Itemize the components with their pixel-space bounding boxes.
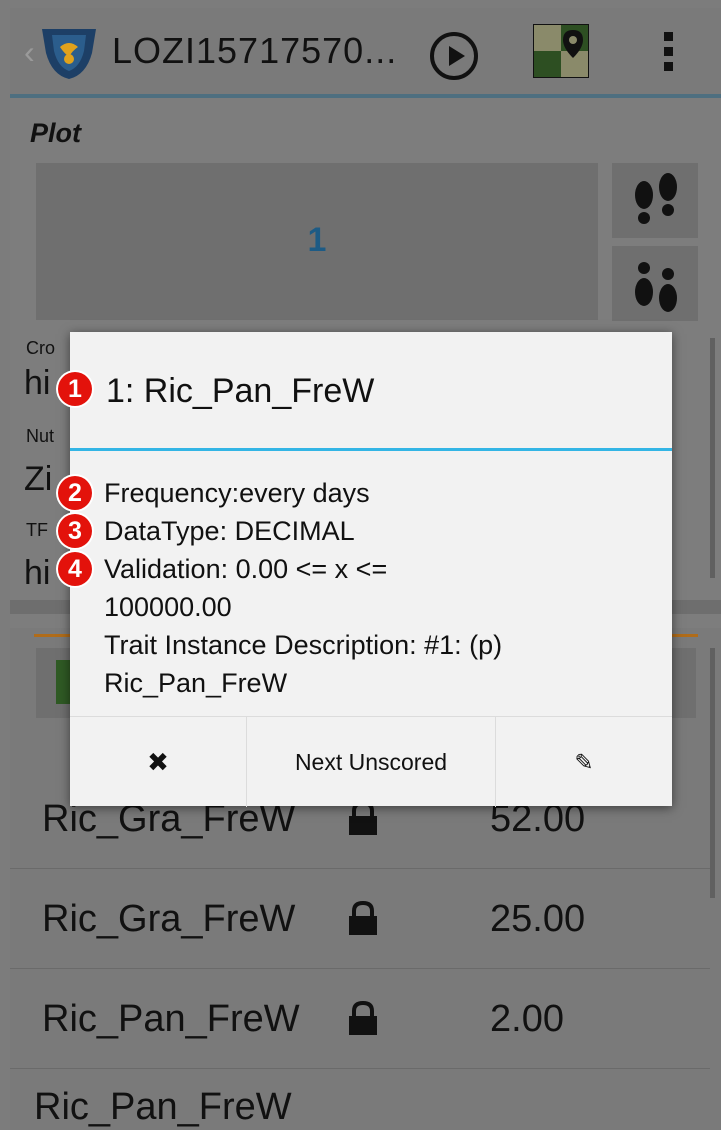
next-unscored-label: Next Unscored xyxy=(294,748,448,775)
action-bar-divider xyxy=(10,94,721,98)
nut-value: Zi xyxy=(24,460,53,498)
walk-forward-button[interactable] xyxy=(612,163,698,238)
plot-number-box: 1 xyxy=(36,163,598,320)
trait-value: 25.00 xyxy=(490,898,586,940)
trait-name: Ric_Pan_FreW xyxy=(34,1086,292,1128)
map-marker-icon[interactable] xyxy=(533,24,589,78)
validation-text: Validation: 0.00 <= x <= 100000.00 xyxy=(104,554,388,622)
trait-row[interactable]: Ric_Gra_FreW 25.00 xyxy=(10,868,710,969)
annotation-badge-4: 4 xyxy=(58,552,92,586)
annotation-badge-3: 3 xyxy=(58,514,92,548)
tr-label: TF xyxy=(26,520,48,540)
trait-value: 2.00 xyxy=(490,998,564,1040)
trait-info-dialog: 1: Ric_Pan_FreW Frequency:every days Dat… xyxy=(70,332,672,807)
overflow-menu-icon[interactable] xyxy=(660,32,676,76)
action-bar: ‹ LOZI15717570... xyxy=(10,8,721,98)
app-logo-icon[interactable] xyxy=(38,23,100,81)
description-text: Trait Instance Description: #1: (p) Ric_… xyxy=(104,630,503,698)
datatype-text: DataType: DECIMAL xyxy=(104,516,355,546)
next-unscored-button[interactable]: Next Unscored xyxy=(247,717,496,807)
frequency-text: Frequency:every days xyxy=(104,478,370,508)
footprints-forward-icon xyxy=(635,173,677,224)
walk-backward-button[interactable] xyxy=(612,246,698,321)
trait-scrollbar[interactable] xyxy=(710,648,715,898)
screen-title: LOZI15717570... xyxy=(112,30,398,71)
trait-name: Ric_Gra_FreW xyxy=(42,898,296,940)
edit-button[interactable]: ✎ xyxy=(496,717,672,807)
trait-name: Ric_Pan_FreW xyxy=(42,998,300,1040)
trait-row[interactable]: Ric_Pan_FreW xyxy=(10,1056,710,1130)
dialog-body: Frequency:every days DataType: DECIMAL V… xyxy=(104,474,660,702)
dialog-footer: ✖ Next Unscored ✎ xyxy=(70,716,672,807)
dialog-title-divider xyxy=(70,448,672,451)
trait-row[interactable]: Ric_Pan_FreW 2.00 xyxy=(10,968,710,1069)
close-icon: ✖ xyxy=(147,746,169,777)
nut-label: Nut xyxy=(26,426,55,446)
annotation-badge-2: 2 xyxy=(58,476,92,510)
app-screen: ‹ LOZI15717570... Plot 1 Cro hi Nut Zi T… xyxy=(10,8,721,1130)
plot-label: Plot xyxy=(30,118,81,148)
dialog-title: 1: Ric_Pan_FreW xyxy=(106,372,375,410)
plot-number: 1 xyxy=(307,221,327,259)
crop-label: Cro xyxy=(26,338,56,358)
crop-value: hi xyxy=(24,364,51,402)
annotation-badge-1: 1 xyxy=(58,372,92,406)
pencil-icon: ✎ xyxy=(574,748,594,775)
lock-icon xyxy=(349,900,377,935)
footprints-backward-icon xyxy=(635,262,677,312)
close-button[interactable]: ✖ xyxy=(70,717,247,807)
tr-value: hi xyxy=(24,554,51,592)
info-scrollbar[interactable] xyxy=(710,338,715,578)
play-icon[interactable] xyxy=(430,32,478,80)
back-chevron-icon[interactable]: ‹ xyxy=(24,36,35,68)
lock-icon xyxy=(349,1000,377,1035)
